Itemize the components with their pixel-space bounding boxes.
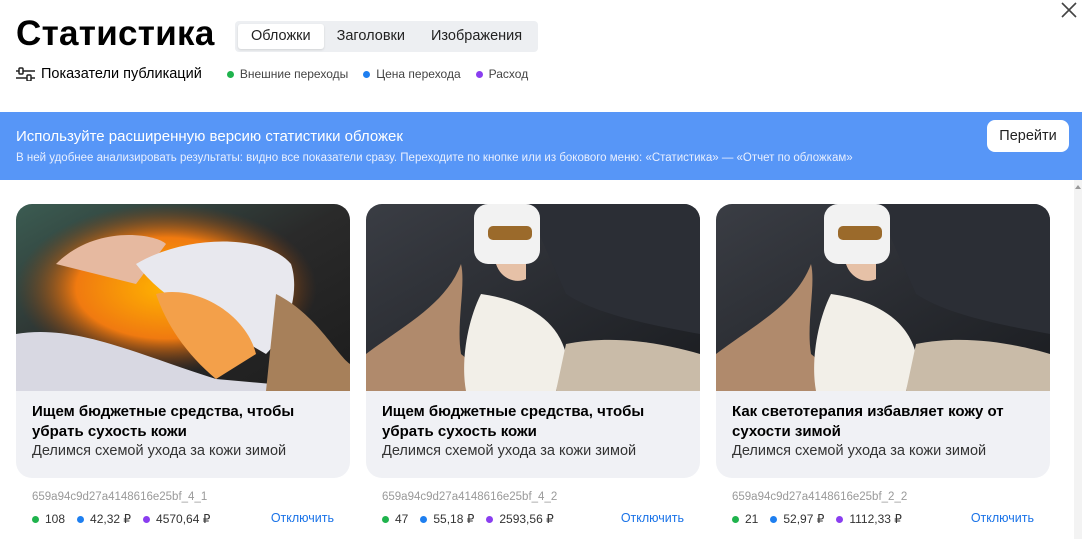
stat-price: 52,97 ₽	[770, 512, 824, 526]
card-subtitle: Делимся схемой ухода за кожи зимой	[732, 443, 987, 459]
disable-link[interactable]: Отключить	[621, 511, 684, 525]
tab-headlines[interactable]: Заголовки	[324, 24, 418, 49]
cover-card: Как светотерапия избавляет кожу от сухос…	[716, 204, 1050, 527]
disable-link[interactable]: Отключить	[971, 511, 1034, 525]
card-subtitle: Делимся схемой ухода за кожи зимой	[382, 443, 637, 459]
scroll-up-icon[interactable]	[1075, 185, 1081, 189]
card-stats: 21 52,97 ₽ 1112,33 ₽ Отключить	[716, 511, 1050, 527]
green-dot-icon	[32, 515, 39, 523]
tab-bar: Обложки Заголовки Изображения	[235, 21, 539, 52]
card-stats: 47 55,18 ₽ 2593,56 ₽ Отключить	[366, 511, 700, 527]
card-stats: 108 42,32 ₽ 4570,64 ₽ Отключить	[16, 511, 350, 527]
stat-value: 47	[395, 512, 409, 526]
tab-covers[interactable]: Обложки	[238, 24, 324, 49]
cover-image	[366, 204, 700, 391]
stat-price: 42,32 ₽	[77, 512, 131, 526]
blue-dot-icon	[363, 70, 371, 78]
metrics-settings-button[interactable]: Показатели публикаций	[16, 66, 202, 82]
stat-value: 2593,56 ₽	[499, 512, 554, 526]
cover-preview[interactable]: Ищем бюджетные средства, чтобы убрать су…	[366, 204, 700, 478]
legend-item-external-clicks: Внешние переходы	[226, 67, 349, 81]
card-title: Как светотерапия избавляет кожу от сухос…	[732, 403, 1004, 440]
green-dot-icon	[382, 515, 389, 523]
card-id: 659a94c9d27a4148616e25bf_2_2	[732, 491, 908, 503]
stat-value: 1112,33 ₽	[849, 512, 902, 526]
cover-card: Ищем бюджетные средства, чтобы убрать су…	[16, 204, 350, 527]
green-dot-icon	[732, 515, 739, 523]
scrollbar[interactable]	[1074, 180, 1082, 539]
banner-title: Используйте расширенную версию статистик…	[16, 128, 403, 145]
purple-dot-icon	[475, 70, 483, 78]
sliders-icon	[16, 67, 35, 81]
stat-clicks: 47	[382, 512, 408, 526]
card-subtitle: Делимся схемой ухода за кожи зимой	[32, 443, 287, 459]
banner-description: В ней удобнее анализировать результаты: …	[16, 152, 853, 164]
legend: Внешние переходы Цена перехода Расход	[226, 67, 543, 81]
disable-link[interactable]: Отключить	[271, 511, 334, 525]
stat-value: 42,32 ₽	[90, 512, 132, 526]
stat-clicks: 21	[732, 512, 758, 526]
metrics-settings-label: Показатели публикаций	[41, 66, 202, 82]
go-button[interactable]: Перейти	[987, 120, 1069, 152]
card-id: 659a94c9d27a4148616e25bf_4_1	[32, 491, 208, 503]
legend-label: Расход	[488, 67, 529, 81]
tab-images[interactable]: Изображения	[418, 24, 535, 49]
legend-item-click-price: Цена перехода	[363, 67, 461, 81]
close-icon[interactable]	[1058, 0, 1080, 22]
promo-banner: Используйте расширенную версию статистик…	[0, 112, 1082, 180]
blue-dot-icon	[420, 515, 428, 523]
legend-label: Внешние переходы	[239, 67, 349, 81]
stat-value: 55,18 ₽	[433, 512, 475, 526]
stat-spend: 4570,64 ₽	[143, 512, 210, 526]
stat-value: 21	[745, 512, 759, 526]
stat-value: 4570,64 ₽	[156, 512, 211, 526]
legend-item-spend: Расход	[475, 67, 529, 81]
purple-dot-icon	[486, 515, 494, 523]
stat-value: 108	[45, 512, 66, 526]
cover-image	[16, 204, 350, 391]
cover-image	[716, 204, 1050, 391]
page-title: Статистика	[16, 14, 215, 53]
stat-spend: 1112,33 ₽	[836, 512, 902, 526]
cover-preview[interactable]: Как светотерапия избавляет кожу от сухос…	[716, 204, 1050, 478]
cover-card: Ищем бюджетные средства, чтобы убрать су…	[366, 204, 700, 527]
card-id: 659a94c9d27a4148616e25bf_4_2	[382, 491, 558, 503]
metrics-row: Показатели публикаций Внешние переходы Ц…	[16, 66, 543, 82]
cover-preview[interactable]: Ищем бюджетные средства, чтобы убрать су…	[16, 204, 350, 478]
stat-spend: 2593,56 ₽	[486, 512, 554, 526]
legend-label: Цена перехода	[376, 67, 461, 81]
blue-dot-icon	[77, 515, 85, 523]
stat-value: 52,97 ₽	[783, 512, 825, 526]
purple-dot-icon	[836, 515, 844, 523]
card-title: Ищем бюджетные средства, чтобы убрать су…	[32, 403, 295, 440]
card-title: Ищем бюджетные средства, чтобы убрать су…	[382, 403, 645, 440]
green-dot-icon	[226, 70, 234, 78]
stat-clicks: 108	[32, 512, 65, 526]
purple-dot-icon	[143, 515, 151, 523]
stat-price: 55,18 ₽	[420, 512, 474, 526]
blue-dot-icon	[770, 515, 778, 523]
